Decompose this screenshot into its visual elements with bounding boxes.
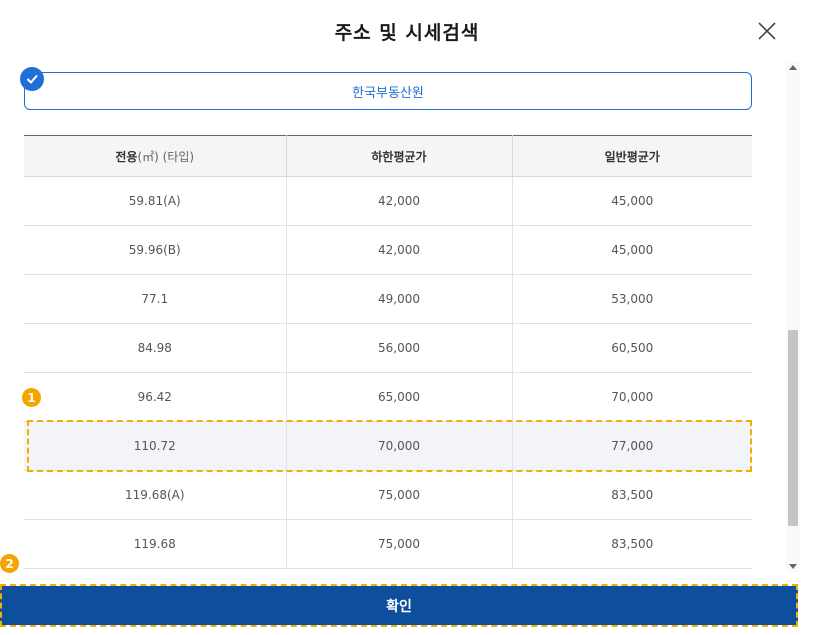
cell-normal-avg: 70,000	[512, 372, 752, 422]
address-price-search-modal: 주소 및 시세검색 한국부동산원 전용(㎡) (타입) 하한평균가 일반평균가	[0, 0, 814, 635]
cell-lower-avg: 75,000	[286, 519, 513, 569]
cell-normal-avg: 77,000	[512, 421, 752, 471]
scrollbar[interactable]	[786, 62, 800, 572]
table-row[interactable]: 59.96(B) 42,000 45,000	[24, 225, 752, 275]
confirm-label: 확인	[386, 598, 412, 615]
table-row-selected[interactable]: 110.72 70,000 77,000	[24, 421, 752, 471]
column-header-normal-avg: 일반평균가	[512, 135, 752, 177]
cell-lower-avg: 49,000	[286, 274, 513, 324]
cell-area: 77.1	[24, 274, 287, 324]
confirm-button[interactable]: 확인	[0, 586, 798, 625]
cell-area: 119.68	[24, 519, 287, 569]
table-row[interactable]: 59.81(A) 42,000 45,000	[24, 176, 752, 226]
cell-normal-avg: 60,500	[512, 323, 752, 373]
modal-title: 주소 및 시세검색	[334, 21, 480, 44]
cell-lower-avg: 75,000	[286, 470, 513, 520]
scroll-up-icon[interactable]	[789, 65, 797, 70]
table-row[interactable]: 84.98 56,000 60,500	[24, 323, 752, 373]
cell-lower-avg: 70,000	[286, 421, 513, 471]
check-icon	[20, 67, 44, 91]
price-table: 전용(㎡) (타입) 하한평균가 일반평균가 59.81(A) 42,000 4…	[24, 135, 752, 569]
table-header-row: 전용(㎡) (타입) 하한평균가 일반평균가	[24, 135, 752, 177]
column-header-area: 전용(㎡) (타입)	[24, 135, 287, 177]
cell-lower-avg: 56,000	[286, 323, 513, 373]
source-label: 한국부동산원	[352, 85, 424, 101]
cell-normal-avg: 45,000	[512, 225, 752, 275]
cell-lower-avg: 42,000	[286, 176, 513, 226]
cell-normal-avg: 83,500	[512, 519, 752, 569]
cell-lower-avg: 42,000	[286, 225, 513, 275]
modal-content: 한국부동산원 전용(㎡) (타입) 하한평균가 일반평균가 59.81(A) 4…	[0, 62, 786, 572]
cell-area: 110.72	[24, 421, 287, 471]
cell-area: 84.98	[24, 323, 287, 373]
cell-area: 59.96(B)	[24, 225, 287, 275]
table-row[interactable]: 119.68(A) 75,000 83,500	[24, 470, 752, 520]
table-row[interactable]: 77.1 49,000 53,000	[24, 274, 752, 324]
step-marker-2: 2	[0, 554, 19, 573]
column-header-lower-avg: 하한평균가	[286, 135, 513, 177]
cell-normal-avg: 45,000	[512, 176, 752, 226]
cell-area: 119.68(A)	[24, 470, 287, 520]
cell-normal-avg: 83,500	[512, 470, 752, 520]
cell-area: 59.81(A)	[24, 176, 287, 226]
cell-normal-avg: 53,000	[512, 274, 752, 324]
modal-header: 주소 및 시세검색	[0, 0, 814, 62]
area-unit: (㎡) (타입)	[137, 149, 195, 164]
cell-lower-avg: 65,000	[286, 372, 513, 422]
step-marker-1: 1	[22, 388, 41, 407]
source-button[interactable]: 한국부동산원	[24, 72, 752, 110]
table-row[interactable]: 119.68 75,000 83,500	[24, 519, 752, 569]
close-icon[interactable]	[756, 20, 778, 42]
scroll-thumb[interactable]	[788, 330, 798, 526]
table-row[interactable]: 96.42 65,000 70,000	[24, 372, 752, 422]
scroll-down-icon[interactable]	[789, 564, 797, 569]
cell-area: 96.42	[24, 372, 287, 422]
